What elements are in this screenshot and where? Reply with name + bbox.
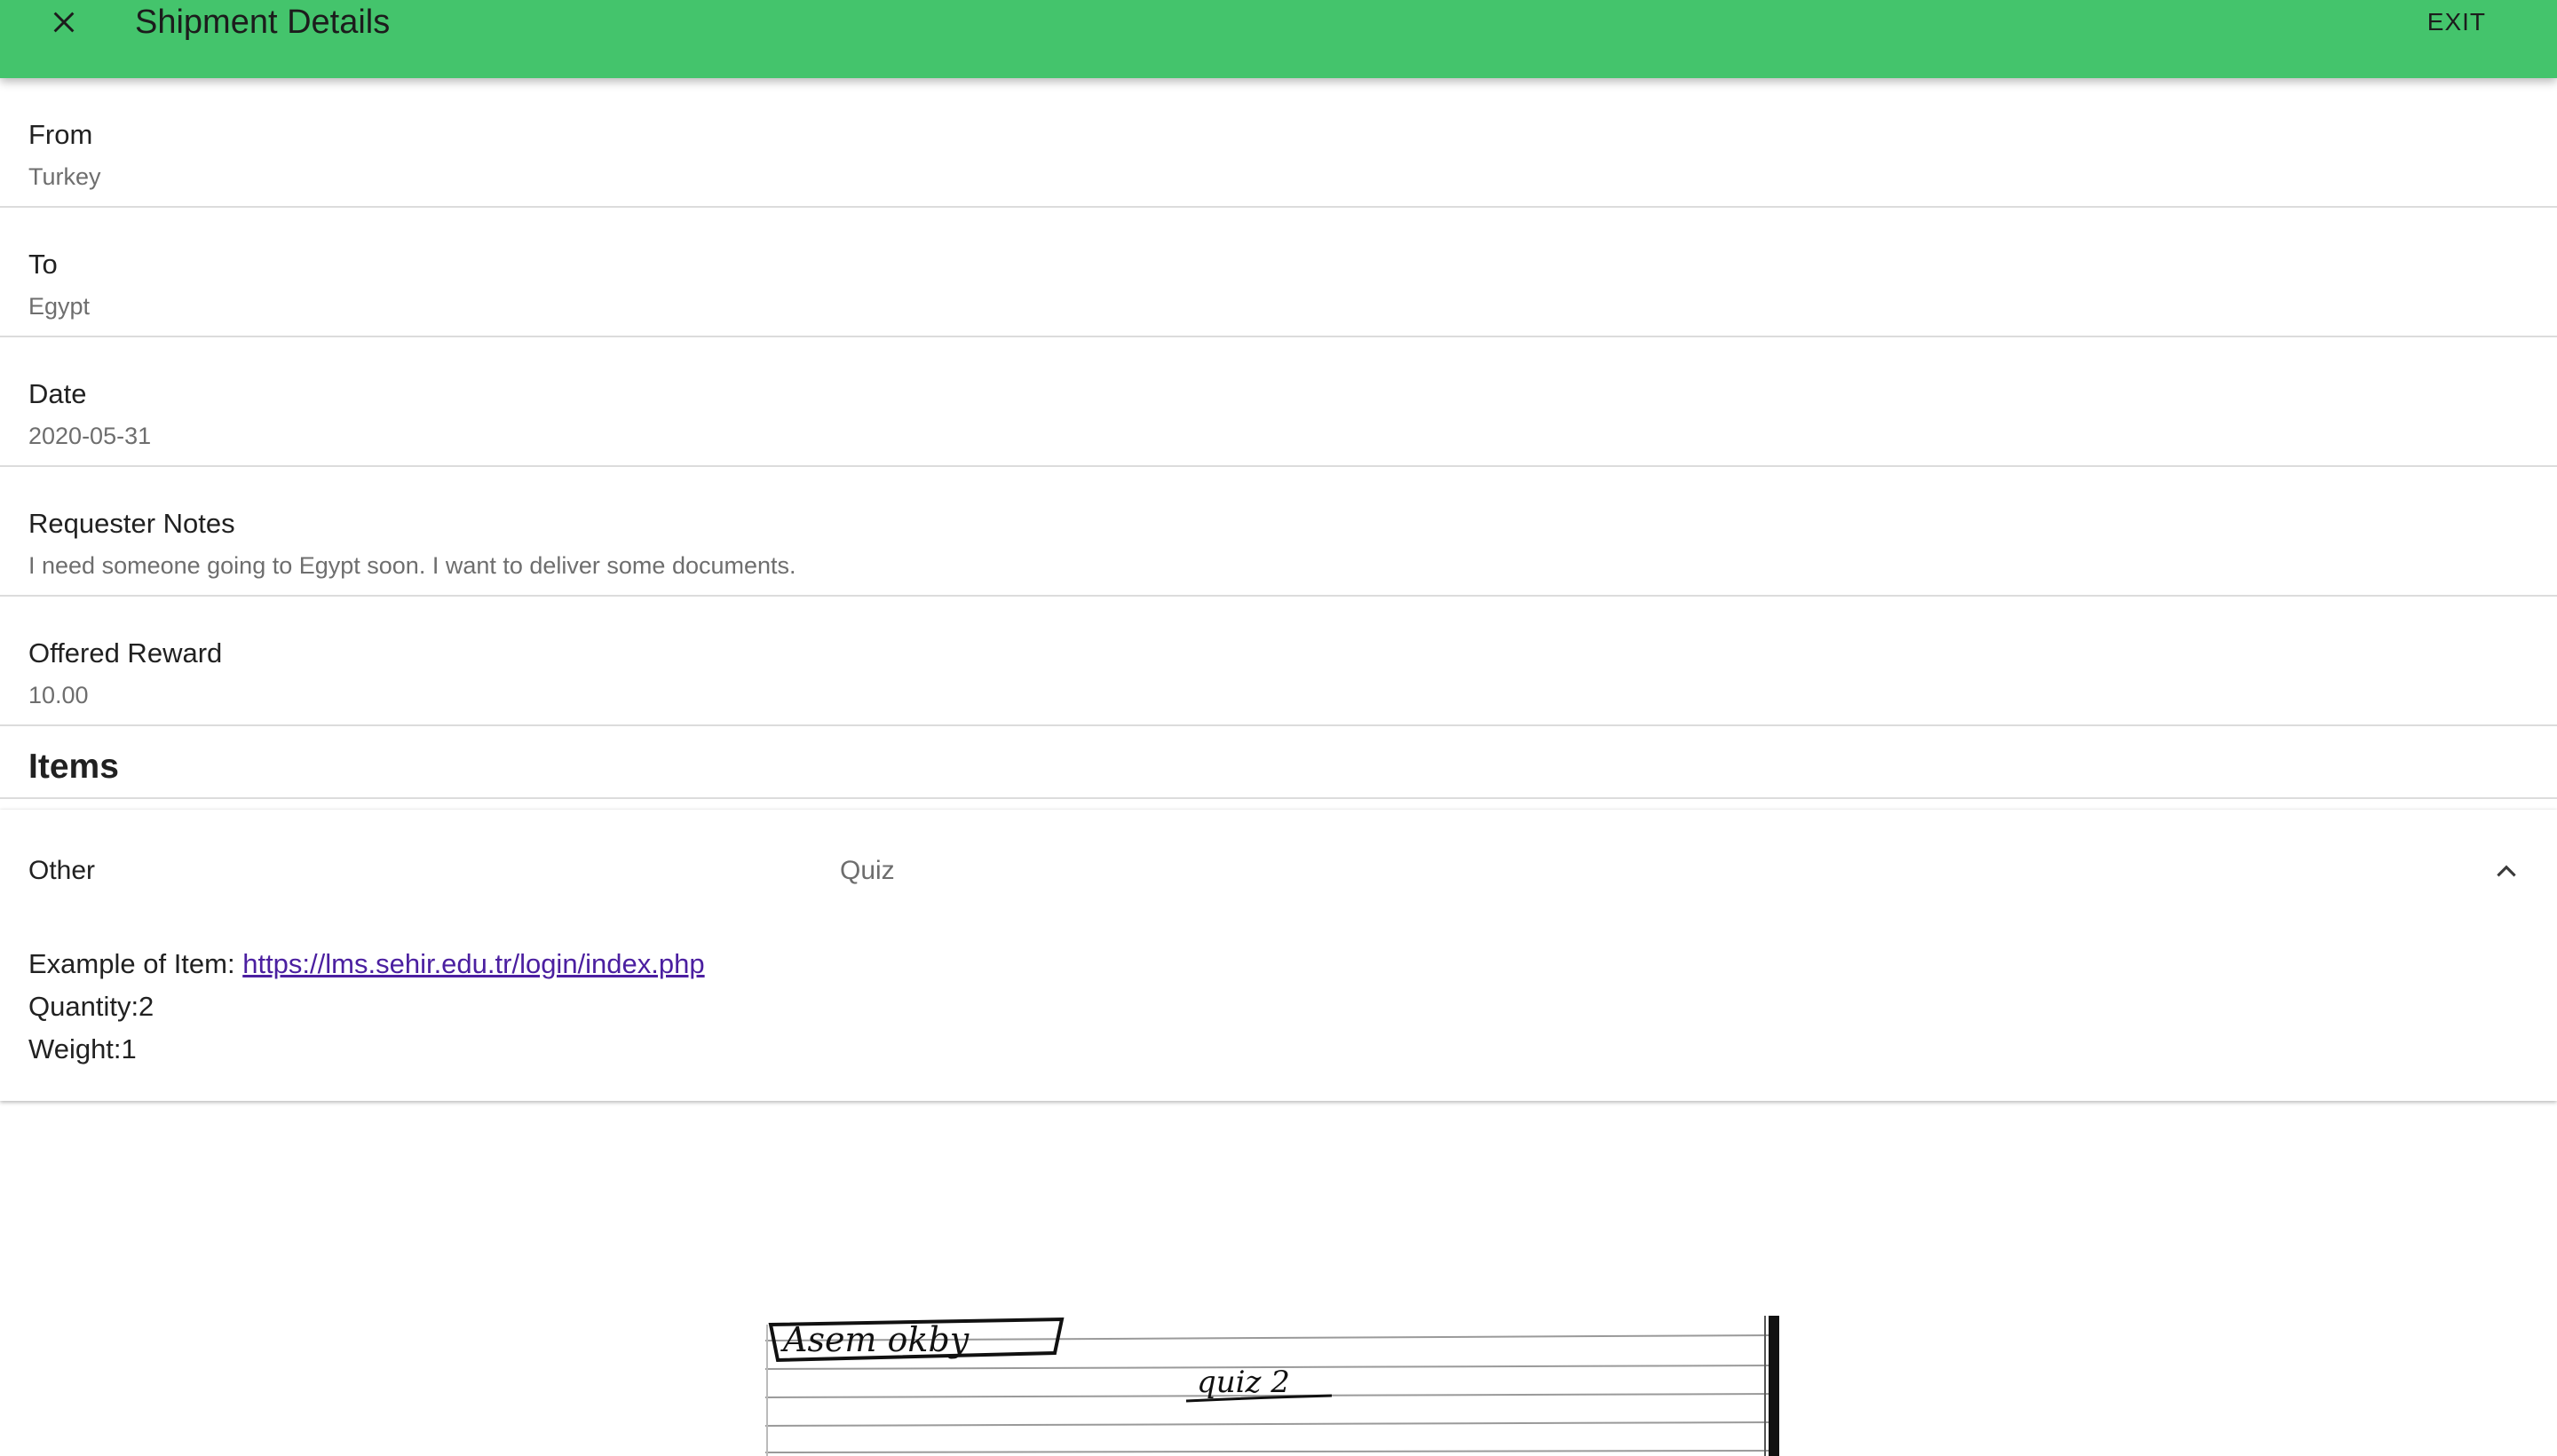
items-section-header: Items — [0, 740, 2557, 799]
app-bar: Shipment Details EXIT — [0, 0, 2557, 78]
detail-row-from: From Turkey — [0, 78, 2557, 208]
detail-row-offered-reward: Offered Reward 10.00 — [0, 597, 2557, 726]
handwritten-name: Asem okby — [780, 1320, 970, 1359]
item-expansion-panel: Other Quiz Example of Item: https://lms.… — [0, 810, 2557, 1101]
detail-label: Date — [28, 378, 87, 409]
item-image: Asem okby quiz 2 — [765, 1316, 1792, 1456]
detail-row-date: Date 2020-05-31 — [0, 337, 2557, 467]
item-weight: Weight:1 — [28, 1033, 137, 1064]
detail-label: Requester Notes — [28, 508, 235, 539]
item-example-line: Example of Item: https://lms.sehir.edu.t… — [28, 943, 705, 985]
detail-label: To — [28, 249, 58, 280]
detail-value: 2020-05-31 — [28, 423, 152, 449]
item-example-link[interactable]: https://lms.sehir.edu.tr/login/index.php — [242, 948, 704, 979]
item-quantity: Quantity:2 — [28, 991, 154, 1022]
item-example-label: Example of Item: — [28, 948, 243, 979]
item-details: Example of Item: https://lms.sehir.edu.t… — [28, 943, 705, 1071]
close-icon — [53, 12, 75, 33]
detail-value: 10.00 — [28, 682, 89, 708]
shipment-detail-list: From Turkey To Egypt Date 2020-05-31 Req… — [0, 78, 2557, 726]
detail-value: Egypt — [28, 293, 91, 320]
items-title: Items — [28, 748, 119, 786]
close-button[interactable] — [39, 0, 89, 44]
item-panel-header[interactable]: Other Quiz — [0, 810, 2557, 938]
handwritten-quiz-photo: Asem okby quiz 2 — [765, 1316, 1792, 1456]
detail-row-requester-notes: Requester Notes I need someone going to … — [0, 467, 2557, 597]
detail-label: Offered Reward — [28, 637, 223, 669]
handwritten-title: quiz 2 — [1197, 1365, 1290, 1400]
item-name: Quiz — [840, 856, 895, 885]
detail-value: Turkey — [28, 163, 101, 190]
detail-label: From — [28, 119, 93, 150]
detail-value: I need someone going to Egypt soon. I wa… — [28, 552, 796, 579]
chevron-up-icon[interactable] — [2491, 856, 2521, 886]
detail-row-to: To Egypt — [0, 208, 2557, 337]
item-category: Other — [28, 856, 96, 885]
page-title: Shipment Details — [135, 4, 391, 41]
exit-button[interactable]: EXIT — [2427, 0, 2486, 44]
